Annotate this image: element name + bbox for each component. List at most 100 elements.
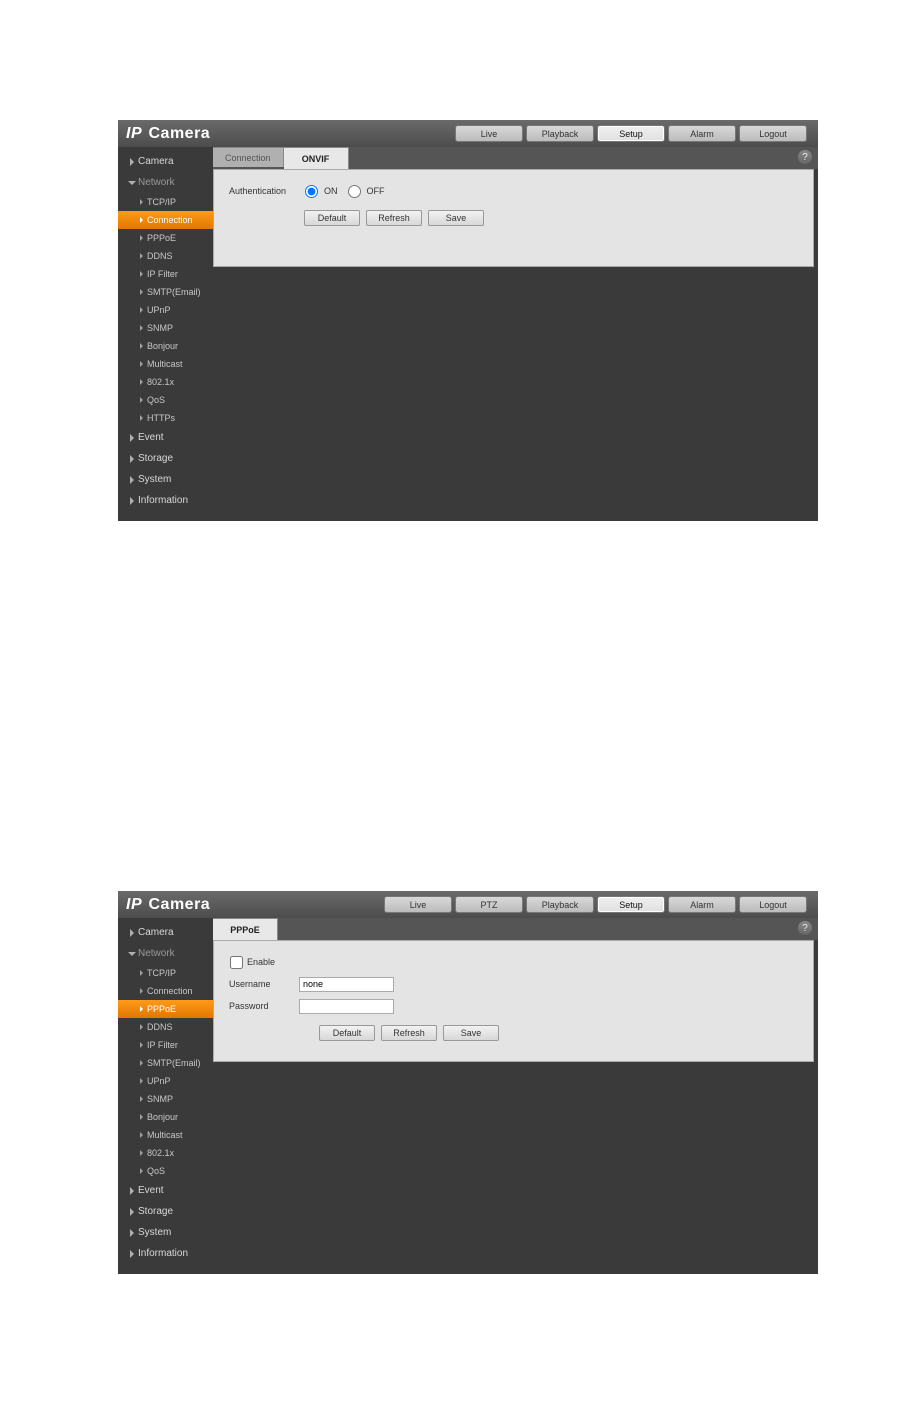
- sidebar-sub-smtp-email-[interactable]: SMTP(Email): [118, 283, 213, 301]
- sidebar-top-storage[interactable]: Storage: [118, 1201, 213, 1222]
- radio-off-label: OFF: [367, 186, 385, 196]
- topnav-alarm[interactable]: Alarm: [668, 125, 736, 142]
- sidebar-sub-multicast[interactable]: Multicast: [118, 1126, 213, 1144]
- enable-checkbox[interactable]: [230, 956, 243, 969]
- sidebar-sub-label: PPPoE: [147, 1004, 176, 1014]
- tab-onvif[interactable]: ONVIF: [284, 147, 349, 169]
- chevron-icon: [140, 1114, 143, 1120]
- radio-off[interactable]: [348, 185, 361, 198]
- sidebar-top-network[interactable]: Network: [118, 943, 213, 964]
- sidebar-top-camera[interactable]: Camera: [118, 151, 213, 172]
- sidebar-sub-smtp-email-[interactable]: SMTP(Email): [118, 1054, 213, 1072]
- chevron-icon: [140, 1060, 143, 1066]
- topnav-live[interactable]: Live: [384, 896, 452, 913]
- default-button[interactable]: Default: [319, 1025, 375, 1041]
- chevron-icon: [130, 929, 134, 937]
- sidebar-sub-ip-filter[interactable]: IP Filter: [118, 265, 213, 283]
- sidebar-sub-label: TCP/IP: [147, 197, 176, 207]
- topnav-ptz[interactable]: PTZ: [455, 896, 523, 913]
- save-button[interactable]: Save: [428, 210, 484, 226]
- topnav-setup[interactable]: Setup: [597, 125, 665, 142]
- sidebar-sub-tcp-ip[interactable]: TCP/IP: [118, 964, 213, 982]
- sidebar-sub-label: UPnP: [147, 1076, 171, 1086]
- sidebar-sub-ddns[interactable]: DDNS: [118, 247, 213, 265]
- refresh-button[interactable]: Refresh: [381, 1025, 437, 1041]
- sidebar-top-label: Network: [138, 177, 175, 188]
- sidebar-sub-multicast[interactable]: Multicast: [118, 355, 213, 373]
- topnav-setup[interactable]: Setup: [597, 896, 665, 913]
- sidebar-sub-label: IP Filter: [147, 269, 178, 279]
- chevron-icon: [140, 379, 143, 385]
- sidebar-sub-connection[interactable]: Connection: [118, 982, 213, 1000]
- tab-strip: PPPoE ?: [213, 918, 818, 940]
- sidebar-sub-connection[interactable]: Connection: [118, 211, 213, 229]
- sidebar-sub-bonjour[interactable]: Bonjour: [118, 337, 213, 355]
- sidebar-top-label: Camera: [138, 927, 174, 938]
- chevron-icon: [130, 1250, 134, 1258]
- tab-pppoe[interactable]: PPPoE: [213, 918, 278, 940]
- sidebar-sub-label: Bonjour: [147, 341, 178, 351]
- sidebar-sub-pppoe[interactable]: PPPoE: [118, 229, 213, 247]
- topnav-playback[interactable]: Playback: [526, 896, 594, 913]
- save-button[interactable]: Save: [443, 1025, 499, 1041]
- sidebar-sub-qos[interactable]: QoS: [118, 1162, 213, 1180]
- settings-panel: Authentication ON OFF Default Refresh Sa…: [213, 169, 814, 267]
- sidebar-sub-snmp[interactable]: SNMP: [118, 319, 213, 337]
- sidebar-sub-label: IP Filter: [147, 1040, 178, 1050]
- sidebar-sub-qos[interactable]: QoS: [118, 391, 213, 409]
- chevron-icon: [130, 1229, 134, 1237]
- refresh-button[interactable]: Refresh: [366, 210, 422, 226]
- topnav-logout[interactable]: Logout: [739, 896, 807, 913]
- topnav-playback[interactable]: Playback: [526, 125, 594, 142]
- top-nav: LivePlaybackSetupAlarmLogout: [455, 125, 810, 142]
- sidebar-sub-upnp[interactable]: UPnP: [118, 301, 213, 319]
- sidebar-top-camera[interactable]: Camera: [118, 922, 213, 943]
- sidebar-top-information[interactable]: Information: [118, 1243, 213, 1264]
- topnav-alarm[interactable]: Alarm: [668, 896, 736, 913]
- sidebar-top-label: Storage: [138, 1206, 173, 1217]
- sidebar-sub-tcp-ip[interactable]: TCP/IP: [118, 193, 213, 211]
- sidebar-sub-label: Multicast: [147, 359, 183, 369]
- sidebar-sub-https[interactable]: HTTPs: [118, 409, 213, 427]
- password-input[interactable]: [299, 999, 394, 1014]
- sidebar-sub-label: SMTP(Email): [147, 1058, 201, 1068]
- sidebar-sub-802-1x[interactable]: 802.1x: [118, 373, 213, 391]
- chevron-icon: [140, 361, 143, 367]
- sidebar-sub-upnp[interactable]: UPnP: [118, 1072, 213, 1090]
- topnav-live[interactable]: Live: [455, 125, 523, 142]
- help-icon[interactable]: ?: [798, 921, 812, 935]
- help-icon[interactable]: ?: [798, 150, 812, 164]
- sidebar-sub-bonjour[interactable]: Bonjour: [118, 1108, 213, 1126]
- sidebar-sub-label: QoS: [147, 395, 165, 405]
- chevron-icon: [128, 181, 136, 185]
- row-authentication: Authentication ON OFF: [224, 180, 803, 202]
- sidebar-top-system[interactable]: System: [118, 1222, 213, 1243]
- chevron-icon: [130, 158, 134, 166]
- topnav-logout[interactable]: Logout: [739, 125, 807, 142]
- sidebar-top-label: Event: [138, 432, 164, 443]
- sidebar-sub-pppoe[interactable]: PPPoE: [118, 1000, 213, 1018]
- sidebar-sub-label: DDNS: [147, 1022, 173, 1032]
- app-logo: IP Camera: [126, 896, 210, 914]
- tab-connection[interactable]: Connection: [213, 147, 284, 167]
- button-row: Default Refresh Save: [304, 210, 803, 226]
- sidebar-sub-802-1x[interactable]: 802.1x: [118, 1144, 213, 1162]
- logo-main: Camera: [148, 125, 210, 142]
- logo-prefix: IP: [126, 896, 142, 913]
- sidebar-top-storage[interactable]: Storage: [118, 448, 213, 469]
- sidebar-sub-snmp[interactable]: SNMP: [118, 1090, 213, 1108]
- sidebar-sub-ip-filter[interactable]: IP Filter: [118, 1036, 213, 1054]
- sidebar-top-label: Storage: [138, 453, 173, 464]
- sidebar-top-information[interactable]: Information: [118, 490, 213, 511]
- sidebar-top-network[interactable]: Network: [118, 172, 213, 193]
- sidebar-sub-label: Connection: [147, 986, 193, 996]
- sidebar-sub-label: SMTP(Email): [147, 287, 201, 297]
- radio-on[interactable]: [305, 185, 318, 198]
- username-input[interactable]: [299, 977, 394, 992]
- sidebar-top-event[interactable]: Event: [118, 1180, 213, 1201]
- chevron-icon: [140, 1024, 143, 1030]
- default-button[interactable]: Default: [304, 210, 360, 226]
- sidebar-sub-ddns[interactable]: DDNS: [118, 1018, 213, 1036]
- sidebar-top-event[interactable]: Event: [118, 427, 213, 448]
- sidebar-top-system[interactable]: System: [118, 469, 213, 490]
